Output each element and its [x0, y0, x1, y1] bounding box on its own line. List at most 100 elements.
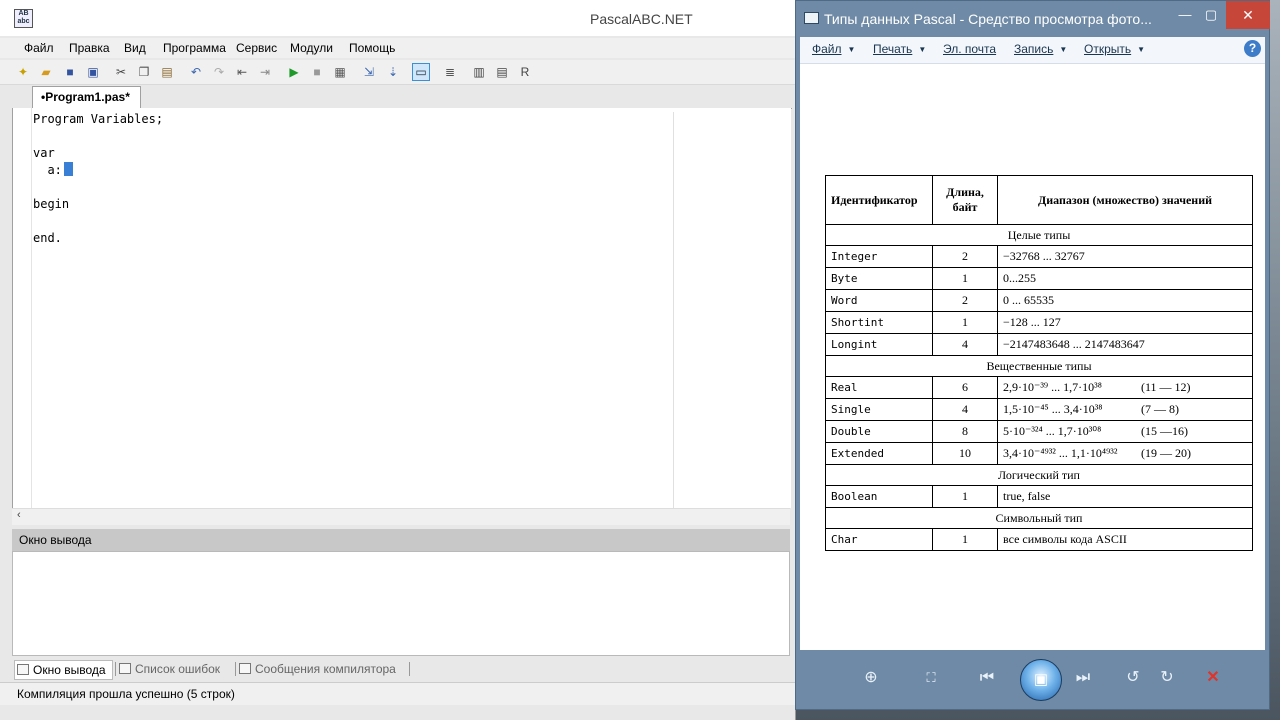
outdent-icon[interactable]: ⇤	[234, 64, 250, 80]
scroll-left-icon[interactable]: ‹	[17, 509, 21, 521]
precision-digits: (19 — 20)	[1141, 446, 1191, 460]
type-range-cell: 1,5·10⁻⁴⁵ ... 3,4·10³⁸ (7 — 8)	[997, 398, 1253, 421]
save-all-icon[interactable]: ▣	[85, 64, 101, 80]
menu-view[interactable]: Вид	[124, 41, 146, 55]
precision-digits: (7 — 8)	[1141, 402, 1179, 416]
table-section-title: Вещественные типы	[825, 355, 1253, 377]
table-section-row: Логический тип	[825, 464, 1253, 486]
tab-error-list[interactable]: Список ошибок	[117, 660, 220, 678]
table-row: Double 8 5·10⁻³²⁴ ... 1,7·10³⁰⁸ (15 —16)	[825, 420, 1253, 443]
type-length-cell: 1	[932, 311, 998, 334]
copy-icon[interactable]: ❐	[136, 64, 152, 80]
maximize-icon[interactable]: ▢	[1200, 5, 1222, 25]
menu-help[interactable]: Помощь	[349, 41, 395, 55]
run-r-icon[interactable]: R	[517, 64, 533, 80]
new-file-icon[interactable]: ✦	[15, 64, 31, 80]
bottom-tabs: Окно вывода Список ошибок Сообщения комп…	[12, 658, 790, 680]
photo-canvas[interactable]: Идентификатор Длина, байт Диапазон (множес…	[800, 64, 1265, 650]
pascalabc-window: AB abc PascalABC.NET Файл Правка Вид Прог…	[0, 0, 796, 720]
text-cursor-selection	[63, 162, 73, 176]
step-into-icon[interactable]: ⇣	[385, 64, 401, 80]
type-length-cell: 4	[932, 333, 998, 356]
range-value: 3,4·10⁻⁴⁹³² ... 1,1·10⁴⁹³²	[1003, 446, 1118, 460]
viewer-menu-open[interactable]: Открыть ▼	[1084, 42, 1145, 56]
type-range-cell: 5·10⁻³²⁴ ... 1,7·10³⁰⁸ (15 —16)	[997, 420, 1253, 443]
menu-edit[interactable]: Правка	[69, 41, 110, 55]
debug-icon[interactable]: ▦	[332, 64, 348, 80]
app-icon[interactable]: AB abc	[14, 9, 33, 28]
viewer-menu-file[interactable]: Файл ▼	[812, 42, 855, 56]
minimize-icon[interactable]: —	[1174, 5, 1196, 25]
menu-program[interactable]: Программа	[163, 41, 226, 55]
undo-icon[interactable]: ↶	[188, 64, 204, 80]
range-value: 0 ... 65535	[1003, 293, 1054, 307]
help-icon[interactable]: ?	[1244, 40, 1261, 57]
viewer-menu-burn[interactable]: Запись ▼	[1014, 42, 1067, 56]
type-range-cell: −32768 ... 32767	[997, 245, 1253, 268]
type-length-cell: 2	[932, 289, 998, 312]
redo-icon[interactable]: ↷	[211, 64, 227, 80]
tab-output[interactable]: Окно вывода	[14, 660, 113, 680]
slideshow-icon[interactable]: ▣	[1020, 659, 1062, 701]
editor-horizontal-scrollbar[interactable]: ‹	[12, 508, 790, 525]
zoom-icon[interactable]: ⊕	[860, 667, 882, 689]
rotate-left-icon[interactable]: ↺	[1122, 667, 1144, 689]
next-icon[interactable]: ⏭	[1072, 667, 1094, 689]
step-over-icon[interactable]: ⇲	[361, 64, 377, 80]
type-range-cell: 2,9·10⁻³⁹ ... 1,7·10³⁸ (11 — 12)	[997, 376, 1253, 399]
cut-icon[interactable]: ✂	[113, 64, 129, 80]
viewer-menu-print[interactable]: Печать ▼	[873, 42, 926, 56]
table-row: Shortint 1 −128 ... 127	[825, 311, 1253, 334]
menu-service[interactable]: Сервис	[236, 41, 277, 55]
output-panel-title: Окно вывода	[19, 533, 92, 547]
rebuild-icon[interactable]: ▤	[494, 64, 510, 80]
console-icon[interactable]: ▭	[412, 63, 430, 81]
delete-icon[interactable]: ✕	[1202, 667, 1224, 689]
menu-file[interactable]: Файл	[24, 41, 54, 55]
ide-toolbar: ✦ ▰ ■ ▣ ✂ ❐ ▤ ↶ ↷ ⇤ ⇥ ▶ ■ ▦ ⇲ ⇣ ▭ ≣ ▥ ▤ …	[0, 60, 795, 85]
format-icon[interactable]: ≣	[442, 64, 458, 80]
stop-icon[interactable]: ■	[309, 64, 325, 80]
table-row: Real 6 2,9·10⁻³⁹ ... 1,7·10³⁸ (11 — 12)	[825, 376, 1253, 399]
tab-program1[interactable]: •Program1.pas*	[32, 86, 141, 108]
menu-modules[interactable]: Модули	[290, 41, 333, 55]
tab-output-label: Окно вывода	[33, 663, 106, 677]
viewer-controls: ⊕ ⛶ ⏮ ▣ ⏭ ↺ ↻ ✕	[800, 651, 1265, 707]
viewer-menubar: Файл ▼ Печать ▼ Эл. почта Запись ▼ Открыть ▼…	[800, 37, 1265, 64]
type-name-cell: Single	[825, 398, 933, 421]
photo-viewer-icon	[804, 12, 819, 24]
type-range-cell: 0...255	[997, 267, 1253, 290]
paste-icon[interactable]: ▤	[159, 64, 175, 80]
range-value: −128 ... 127	[1003, 315, 1061, 329]
viewer-title-bar[interactable]: Типы данных Pascal - Средство просмотра …	[796, 1, 1270, 37]
open-file-icon[interactable]: ▰	[38, 64, 54, 80]
precision-digits: (11 — 12)	[1141, 380, 1191, 394]
fit-icon[interactable]: ⛶	[920, 667, 942, 689]
code-area[interactable]: Program Variables; var a: begin end.	[33, 111, 163, 247]
ide-title-bar[interactable]: AB abc PascalABC.NET	[0, 0, 795, 36]
indent-icon[interactable]: ⇥	[257, 64, 273, 80]
rotate-right-icon[interactable]: ↻	[1156, 667, 1178, 689]
output-panel[interactable]	[12, 551, 790, 656]
previous-icon[interactable]: ⏮	[976, 667, 998, 689]
table-row: Boolean 1 true, false	[825, 485, 1253, 508]
range-value: −2147483648 ... 2147483647	[1003, 337, 1145, 351]
compiler-messages-icon	[239, 663, 251, 674]
save-icon[interactable]: ■	[62, 64, 78, 80]
viewer-menu-email[interactable]: Эл. почта	[943, 42, 996, 56]
tab-separator	[115, 662, 116, 676]
editor-margin-line	[673, 112, 674, 508]
type-name-cell: Longint	[825, 333, 933, 356]
displayed-photo: Идентификатор Длина, байт Диапазон (множес…	[807, 165, 1261, 551]
code-editor[interactable]: Program Variables; var a: begin end.	[12, 108, 791, 508]
close-icon[interactable]: ✕	[1226, 1, 1270, 29]
run-icon[interactable]: ▶	[286, 64, 302, 80]
type-range-cell: все символы кода ASCII	[997, 528, 1253, 551]
compile-icon[interactable]: ▥	[471, 64, 487, 80]
tab-compiler-messages[interactable]: Сообщения компилятора	[237, 660, 396, 678]
editor-tabs: •Program1.pas*	[12, 86, 792, 109]
type-length-cell: 10	[932, 442, 998, 465]
type-name-cell: Double	[825, 420, 933, 443]
code-line: end.	[33, 231, 62, 245]
type-range-cell: true, false	[997, 485, 1253, 508]
